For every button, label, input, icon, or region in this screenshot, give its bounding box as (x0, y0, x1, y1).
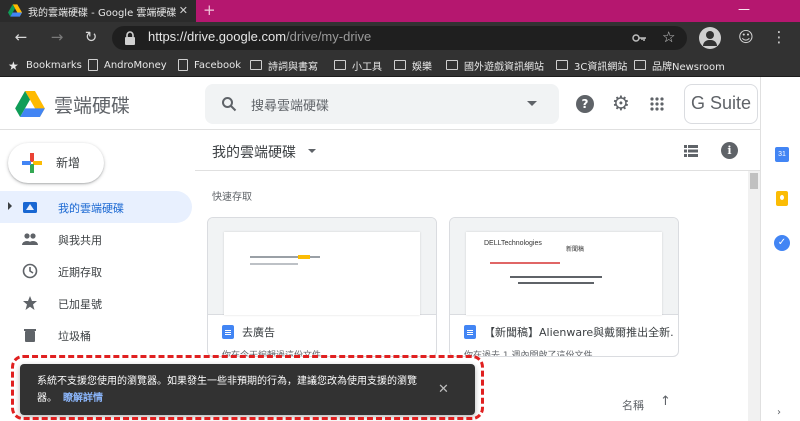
folder-icon (634, 60, 646, 70)
new-tab-button[interactable]: + (203, 1, 216, 19)
apps-grid-icon[interactable] (650, 97, 664, 111)
sidebar-item-my-drive[interactable]: 我的雲端硬碟 (0, 191, 192, 223)
drive-icon (23, 202, 37, 213)
help-icon[interactable]: ? (576, 95, 594, 113)
sidebar-item-label: 近期存取 (58, 266, 102, 279)
bookmark-folder[interactable]: 3C資訊網站 (556, 57, 627, 73)
quick-access-card[interactable]: 去廣告 你在今天編輯過這份文件 (207, 217, 437, 357)
info-icon[interactable]: i (721, 142, 738, 159)
file-name: 【新聞稿】Alienware與戴爾推出全新... (484, 326, 674, 339)
bookmark-item[interactable]: Facebook (178, 57, 241, 73)
bookmark-folder[interactable]: 詩詞與書寫 (250, 57, 318, 73)
folder-icon (334, 60, 346, 70)
minimize-icon[interactable]: — (738, 2, 750, 16)
gsuite-account-button[interactable]: G Suite (684, 84, 785, 124)
search-input[interactable]: 搜尋雲端硬碟 (251, 95, 329, 114)
tab-close-icon[interactable]: ✕ (179, 4, 188, 17)
bookmark-item[interactable]: ★ Bookmarks (8, 57, 82, 73)
search-bar[interactable]: 搜尋雲端硬碟 (205, 84, 559, 124)
key-icon[interactable] (632, 31, 647, 45)
folder-icon (394, 60, 406, 70)
gsuite-label: G Suite (691, 93, 752, 113)
forward-icon[interactable]: → (48, 28, 66, 46)
menu-icon[interactable]: ⋮ (770, 28, 788, 46)
title-dropdown-icon[interactable] (308, 149, 316, 153)
new-button-label: 新增 (56, 156, 81, 170)
keep-icon[interactable] (776, 191, 788, 206)
quick-access-label: 快速存取 (212, 192, 252, 203)
drive-header: 雲端硬碟 搜尋雲端硬碟 ? ⚙ G Suite (0, 77, 785, 130)
bookmark-item[interactable]: AndroMoney (88, 57, 167, 73)
folder-icon (446, 60, 458, 70)
page-title[interactable]: 我的雲端硬碟 (212, 142, 296, 162)
google-drive-favicon-icon (8, 4, 22, 17)
highlight-annotation (11, 355, 484, 420)
page-icon (178, 59, 188, 71)
search-icon[interactable] (221, 96, 237, 112)
side-panel-expand-icon[interactable]: › (777, 407, 781, 418)
clock-icon (22, 263, 38, 279)
folder-icon (250, 60, 262, 70)
sidebar-item-label: 我的雲端硬碟 (58, 202, 124, 215)
url-text[interactable]: https://drive.google.com/drive/my-drive (148, 29, 371, 44)
sidebar-item-label: 垃圾桶 (58, 330, 91, 343)
tasks-icon[interactable]: ✓ (774, 235, 790, 251)
sidebar-item-starred[interactable]: 已加星號 (0, 287, 192, 319)
bookmark-folder[interactable]: 品牌Newsroom (634, 57, 725, 73)
folder-icon (556, 60, 568, 70)
sidebar-item-shared-with-me[interactable]: 與我共用 (0, 223, 192, 255)
reload-icon[interactable]: ↻ (82, 28, 100, 46)
document-page (224, 232, 420, 315)
file-name: 去廣告 (242, 326, 275, 339)
google-drive-logo-icon[interactable] (14, 91, 46, 117)
calendar-icon[interactable]: 31 (775, 147, 789, 162)
trash-icon (24, 329, 36, 342)
bookmark-folder[interactable]: 小工具 (334, 57, 382, 73)
product-name[interactable]: 雲端硬碟 (54, 91, 130, 118)
sidebar-item-label: 已加星號 (58, 298, 102, 311)
google-docs-icon (464, 325, 476, 339)
quick-access-card[interactable]: DELLTechnologies 新聞稿 【新聞稿】Alienware與戴爾推出… (449, 217, 679, 357)
new-button[interactable]: 新增 (8, 143, 104, 183)
profile-icon[interactable] (699, 27, 721, 49)
star-icon (23, 296, 37, 310)
address-bar[interactable]: https://drive.google.com/drive/my-drive … (112, 26, 687, 50)
scrollbar-thumb[interactable] (750, 173, 758, 189)
search-options-icon[interactable] (527, 101, 537, 106)
emoji-icon[interactable]: ☺ (737, 28, 755, 46)
google-docs-icon (222, 325, 234, 339)
expand-arrow-icon[interactable] (8, 202, 12, 210)
sort-by-name-button[interactable]: 名稱 (622, 397, 644, 413)
document-page: DELLTechnologies 新聞稿 (466, 232, 662, 315)
people-icon (22, 233, 38, 245)
page-icon (88, 59, 98, 71)
lock-icon[interactable] (124, 31, 136, 45)
title-row: 我的雲端硬碟 i (195, 131, 760, 171)
bookmarks-bar: ★ Bookmarks AndroMoney Facebook 詩詞與書寫 小工具… (0, 53, 800, 77)
file-activity: 你在過去 1 週內開啟了這份文件 (464, 351, 593, 357)
tab-strip: 我的雲端硬碟 - Google 雲端硬碟 ✕ + — (0, 0, 800, 22)
bookmark-folder[interactable]: 娛樂 (394, 57, 432, 73)
star-icon: ★ (8, 59, 19, 73)
sidebar-item-label: 與我共用 (58, 234, 102, 247)
document-preview (208, 218, 436, 315)
plus-icon (22, 153, 42, 173)
settings-gear-icon[interactable]: ⚙ (612, 91, 630, 115)
side-panel: 31 ✓ › (760, 77, 800, 421)
list-view-icon[interactable] (684, 145, 698, 157)
toolbar: ← → ↻ https://drive.google.com/drive/my-… (0, 22, 800, 53)
back-icon[interactable]: ← (12, 28, 30, 46)
sort-direction-icon[interactable]: ↑ (660, 394, 671, 409)
sidebar-item-trash[interactable]: 垃圾桶 (0, 319, 192, 351)
bookmark-folder[interactable]: 國外遊戲資訊網站 (446, 57, 544, 73)
document-preview: DELLTechnologies 新聞稿 (450, 218, 678, 315)
preview-brand: DELLTechnologies (484, 240, 542, 247)
tab-title: 我的雲端硬碟 - Google 雲端硬碟 (28, 7, 177, 19)
bookmark-star-icon[interactable]: ☆ (662, 28, 675, 46)
sidebar-item-recent[interactable]: 近期存取 (0, 255, 192, 287)
scrollbar[interactable] (748, 171, 760, 421)
browser-tab[interactable]: 我的雲端硬碟 - Google 雲端硬碟 ✕ (0, 0, 196, 22)
preview-heading: 新聞稿 (566, 246, 585, 253)
